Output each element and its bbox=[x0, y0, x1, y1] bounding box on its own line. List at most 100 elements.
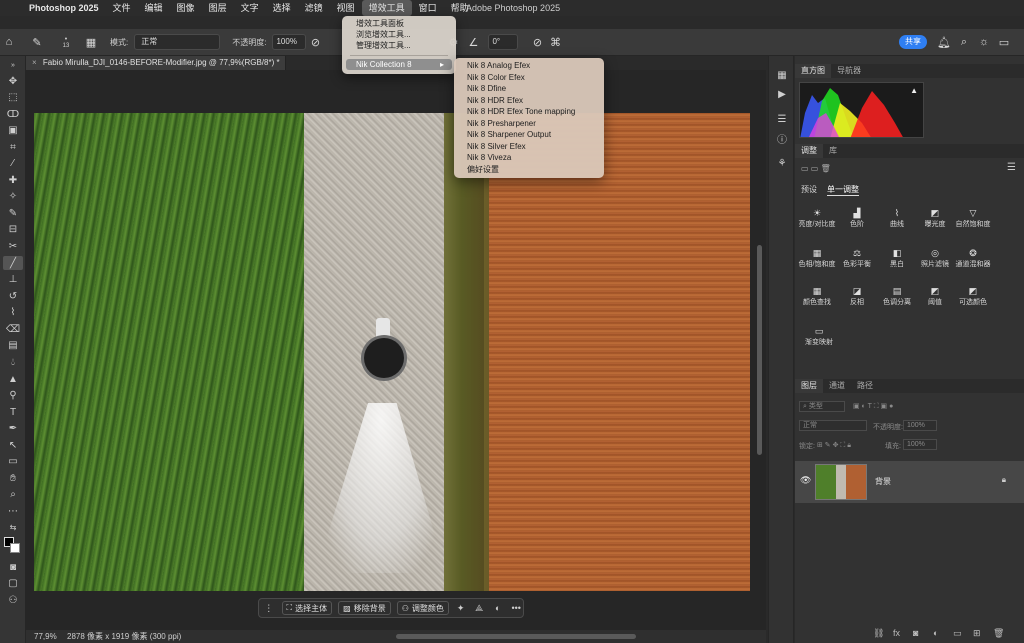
default-colors-icon[interactable]: ⇆ bbox=[3, 520, 23, 534]
menu-view[interactable]: 视图 bbox=[330, 0, 362, 16]
layer-opacity-input[interactable]: 100% bbox=[903, 420, 937, 431]
brush-tool-icon[interactable]: ✎ bbox=[28, 33, 46, 51]
menu-image[interactable]: 图像 bbox=[170, 0, 202, 16]
blend-mode-select[interactable]: 正常 bbox=[799, 420, 867, 431]
adjustment-layer-icon[interactable]: ◐ bbox=[933, 628, 938, 638]
bell-icon[interactable]: 🔔︎ bbox=[936, 34, 952, 50]
menu-item-nik-hdr-efex[interactable]: Nik 8 HDR Efex bbox=[454, 95, 604, 107]
history-brush-tool-icon[interactable]: ✂ bbox=[3, 239, 23, 253]
menu-plugins[interactable]: 增效工具 bbox=[361, 0, 412, 16]
lightbulb-icon[interactable]: ☼ bbox=[976, 34, 992, 50]
zoom-tool-icon[interactable]: ⌕ bbox=[3, 487, 23, 501]
angle-input[interactable]: 0° bbox=[488, 34, 519, 50]
mode-select[interactable]: 正常 bbox=[134, 34, 221, 50]
zoom-level[interactable]: 77,9% bbox=[34, 630, 57, 643]
clone-stamp-tool-icon[interactable]: ⊟ bbox=[3, 222, 23, 236]
rectangle-tool-icon[interactable]: ▭ bbox=[3, 454, 23, 468]
opacity-input[interactable]: 100% bbox=[272, 34, 307, 50]
sharpen-tool-icon[interactable]: ▲ bbox=[3, 372, 23, 386]
screen-mode-icon[interactable]: ▢ bbox=[3, 576, 23, 590]
menu-item-plugins-panel[interactable]: 增效工具面板 bbox=[342, 18, 456, 29]
new-layer-icon[interactable]: ⊞ bbox=[973, 628, 981, 639]
subtab-single-adjustment[interactable]: 单一调整 bbox=[827, 184, 859, 196]
menu-item-nik-collection[interactable]: Nik Collection 8 ▸ bbox=[346, 59, 452, 70]
libraries-panel-icon[interactable]: ⚘ bbox=[774, 156, 790, 170]
remove-background-button[interactable]: ▨ 移除背景 bbox=[338, 601, 391, 615]
object-select-tool-icon[interactable]: ▣ bbox=[3, 123, 23, 137]
mask-icon[interactable]: ◐ bbox=[491, 601, 505, 615]
menu-layer[interactable]: 图层 bbox=[202, 0, 234, 16]
history-tool-icon[interactable]: ↺ bbox=[3, 289, 23, 303]
horizontal-scrollbar[interactable] bbox=[396, 634, 636, 639]
art-history-tool-icon[interactable]: ⌇ bbox=[3, 305, 23, 319]
quick-mask-icon[interactable]: ◙ bbox=[3, 560, 23, 574]
marquee-tool-icon[interactable]: ⬚ bbox=[3, 90, 23, 104]
tab-libraries[interactable]: 库 bbox=[823, 144, 843, 158]
delete-layer-icon[interactable]: 🗑︎ bbox=[993, 628, 1004, 639]
blur-tool-icon[interactable]: 💧︎ bbox=[3, 355, 23, 369]
layer-visibility-icon[interactable]: 👁︎ bbox=[800, 475, 811, 486]
lasso-tool-icon[interactable]: ↀ bbox=[3, 107, 23, 121]
workspace-icon[interactable]: ▭ bbox=[996, 34, 1012, 50]
home-icon[interactable]: ⌂ bbox=[0, 33, 18, 51]
layer-row-background[interactable]: 👁︎ 背景 🔒︎ bbox=[795, 461, 1024, 503]
pen-tool-icon[interactable]: ✒ bbox=[3, 421, 23, 435]
menu-item-manage-plugins[interactable]: 管理增效工具... bbox=[342, 40, 456, 51]
eyedropper-tool-icon[interactable]: ⁄ bbox=[3, 156, 23, 170]
crop-tool-icon[interactable]: ⌗ bbox=[3, 140, 23, 154]
menu-item-nik-sharpener-output[interactable]: Nik 8 Sharpener Output bbox=[454, 129, 604, 141]
select-subject-button[interactable]: ⛶ 选择主体 bbox=[281, 601, 333, 615]
adjust-color-balance[interactable]: ⚖ 色彩平衡 bbox=[835, 248, 879, 269]
menu-window[interactable]: 窗口 bbox=[412, 0, 444, 16]
share-button[interactable]: 共享 bbox=[899, 35, 927, 49]
more-tools-icon[interactable]: ⋯ bbox=[3, 504, 23, 518]
menu-item-nik-presharpener[interactable]: Nik 8 Presharpener bbox=[454, 118, 604, 130]
adjust-invert[interactable]: ◪ 反相 bbox=[835, 286, 879, 307]
share-people-icon[interactable]: ⚇ bbox=[3, 593, 23, 607]
move-tool-icon[interactable]: ✥ bbox=[3, 74, 23, 88]
gradient-tool-icon[interactable]: ▤ bbox=[3, 338, 23, 352]
dodge-tool-icon[interactable]: ⚲ bbox=[3, 388, 23, 402]
menu-item-nik-color-efex[interactable]: Nik 8 Color Efex bbox=[454, 72, 604, 84]
type-tool-icon[interactable]: T bbox=[3, 405, 23, 419]
subtab-presets[interactable]: 预设 bbox=[801, 184, 817, 195]
menu-filter[interactable]: 滤镜 bbox=[298, 0, 330, 16]
layer-kind-filter[interactable]: ⌕ 类型 bbox=[799, 401, 845, 412]
menu-type[interactable]: 文字 bbox=[234, 0, 266, 16]
more-options-icon[interactable]: ••• bbox=[509, 601, 523, 615]
group-icon[interactable]: ▭ bbox=[953, 628, 962, 639]
info-panel-icon[interactable]: ⓘ bbox=[774, 131, 790, 146]
hand-tool-icon[interactable]: ✋︎ bbox=[3, 471, 23, 485]
remove-tool-icon[interactable]: ✧ bbox=[3, 189, 23, 203]
tab-paths[interactable]: 路径 bbox=[851, 379, 879, 393]
histogram-warning-icon[interactable]: ▲ bbox=[910, 86, 918, 95]
adjust-hue-saturation[interactable]: ▦ 色相/饱和度 bbox=[795, 248, 839, 269]
properties-panel-icon[interactable]: ☰ bbox=[774, 112, 790, 126]
tab-histogram[interactable]: 直方图 bbox=[795, 64, 831, 78]
document-image[interactable] bbox=[34, 113, 750, 591]
menu-item-nik-viveza[interactable]: Nik 8 Viveza bbox=[454, 152, 604, 164]
search-icon[interactable]: ⌕ bbox=[956, 34, 972, 50]
generative-fill-icon[interactable]: ✦ bbox=[454, 601, 468, 615]
layer-style-icon[interactable]: fx bbox=[893, 628, 900, 638]
path-select-tool-icon[interactable]: ↖ bbox=[3, 438, 23, 452]
menu-item-nik-preferences[interactable]: 偏好设置 bbox=[454, 164, 604, 176]
brush-preset-picker[interactable]: • 13 bbox=[56, 33, 76, 51]
layer-filter-icons[interactable]: ▣ ◐ T ⛶ ▣ ● bbox=[853, 402, 893, 411]
tab-adjustments[interactable]: 调整 bbox=[795, 144, 823, 158]
fill-input[interactable]: 100% bbox=[903, 439, 937, 450]
menu-app-name[interactable]: Photoshop 2025 bbox=[22, 0, 106, 16]
menu-select[interactable]: 选择 bbox=[266, 0, 298, 16]
background-color-swatch[interactable] bbox=[10, 543, 20, 553]
pressure-opacity-icon[interactable]: ⊘ bbox=[306, 33, 324, 51]
actions-panel-icon[interactable]: ▶ bbox=[774, 87, 790, 101]
lock-icons[interactable]: ⊞ ✎ ✥ ⛶ 🔒︎ bbox=[817, 441, 851, 450]
adjust-vibrance[interactable]: ▽ 自然饱和度 bbox=[951, 208, 995, 229]
menu-item-nik-dfine[interactable]: Nik 8 Dfine bbox=[454, 83, 604, 95]
tab-layers[interactable]: 图层 bbox=[795, 379, 823, 393]
symmetry-icon[interactable]: ⌘ bbox=[546, 33, 564, 51]
add-mask-icon[interactable]: ◙ bbox=[913, 628, 918, 638]
layer-name[interactable]: 背景 bbox=[875, 476, 891, 487]
menu-item-nik-hdr-tone-mapping[interactable]: Nik 8 HDR Efex Tone mapping bbox=[454, 106, 604, 118]
vertical-scrollbar[interactable] bbox=[757, 245, 762, 455]
